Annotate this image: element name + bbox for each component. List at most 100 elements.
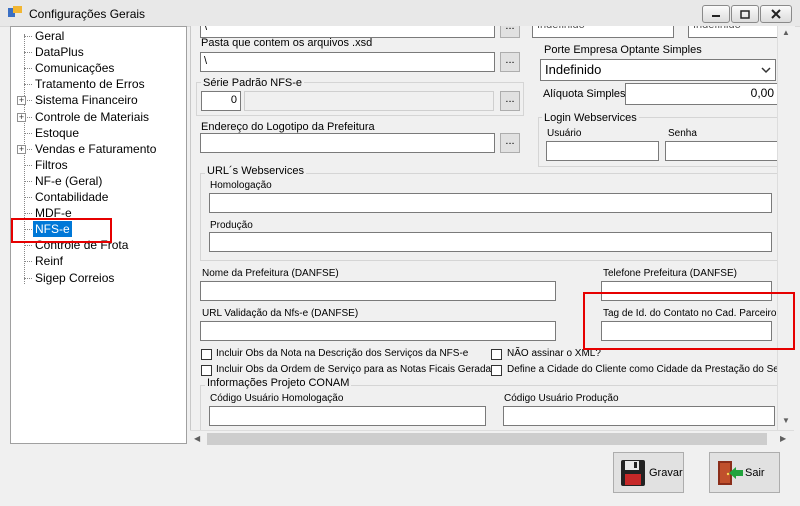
tree-item-sistema-financeiro[interactable]: + Sistema Financeiro: [11, 92, 186, 108]
tree-item-label: Filtros: [35, 157, 68, 172]
horizontal-scrollbar[interactable]: ◀ ▶: [190, 430, 794, 448]
maximize-button[interactable]: [731, 5, 759, 23]
scroll-right-icon[interactable]: ▶: [780, 434, 786, 443]
porte-select[interactable]: Indefinido: [540, 59, 776, 81]
horizontal-scroll-thumb[interactable]: [207, 433, 767, 445]
nome-prefeitura-label: Nome da Prefeitura (DANFSE): [202, 268, 339, 279]
xsd-browse-button[interactable]: ...: [500, 52, 520, 72]
nome-prefeitura-input[interactable]: [200, 281, 556, 301]
conam-title: Informações Projeto CONAM: [205, 377, 352, 389]
porte-value: Indefinido: [545, 62, 602, 77]
conam-prod-input[interactable]: [503, 406, 775, 426]
app-icon: [8, 6, 22, 17]
pass-label: Senha: [668, 128, 697, 139]
tree-connector: [24, 261, 32, 263]
logotipo-label: Endereço do Logotipo da Prefeitura: [201, 121, 375, 133]
tree-item-geral[interactable]: Geral: [11, 28, 186, 44]
serie-browse-button[interactable]: ...: [500, 91, 520, 111]
maximize-icon: [740, 9, 750, 19]
close-button[interactable]: [760, 5, 792, 23]
tree-item-label: Estoque: [35, 125, 80, 140]
homologacao-label: Homologação: [210, 180, 272, 191]
pass-input[interactable]: [665, 141, 778, 161]
homologacao-url-input[interactable]: [209, 193, 772, 213]
logotipo-input[interactable]: [200, 133, 495, 153]
tree-item-sigep-correios[interactable]: Sigep Correios: [11, 270, 186, 286]
minimize-button[interactable]: [702, 5, 730, 23]
scroll-left-icon[interactable]: ◀: [194, 434, 200, 443]
tree-item-label: NF-e (Geral): [35, 173, 103, 188]
tree-connector: [24, 68, 32, 70]
producao-label: Produção: [210, 220, 253, 231]
tree-item-dataplus[interactable]: DataPlus: [11, 44, 186, 60]
xsd-label: Pasta que contem os arquivos .xsd: [201, 37, 373, 49]
cidade-cliente-label: Define a Cidade do Cliente como Cidade d…: [507, 364, 778, 375]
conam-prod-label: Código Usuário Produção: [504, 393, 619, 404]
close-icon: [771, 9, 781, 19]
tree-item-label: Comunicações: [35, 61, 115, 76]
nfse-settings-panel: \ ... Indefinido Indefinido Pasta que co…: [190, 26, 778, 430]
tree-connector: [24, 277, 32, 279]
expand-icon[interactable]: +: [17, 144, 26, 154]
exit-button[interactable]: Sair: [709, 452, 780, 493]
vertical-scrollbar[interactable]: ▲ ▼: [777, 26, 795, 430]
tree-connector: [24, 180, 32, 182]
tree-item-controle-de-materiais[interactable]: + Controle de Materiais: [11, 109, 186, 125]
minimize-icon: [712, 15, 720, 17]
tree-item-comunica-es[interactable]: Comunicações: [11, 60, 186, 76]
urls-title: URL´s Webservices: [205, 165, 306, 177]
tree-item-label: Reinf: [35, 254, 64, 269]
scroll-down-icon[interactable]: ▼: [782, 416, 790, 425]
aliquota-input[interactable]: 0,00: [625, 83, 778, 105]
expand-icon[interactable]: +: [17, 96, 26, 106]
save-button[interactable]: Gravar: [613, 452, 684, 493]
url-validacao-label: URL Validação da Nfs-e (DANFSE): [202, 308, 359, 319]
obs-os-checkbox[interactable]: [201, 365, 212, 376]
tree-item-label: Geral: [35, 29, 65, 43]
tree-item-label: Controle de Materiais: [35, 109, 150, 124]
highlight-box-nfse: [11, 218, 112, 243]
tree-connector: [24, 84, 32, 86]
top-partial-browse-button[interactable]: ...: [500, 26, 520, 38]
user-label: Usuário: [547, 128, 582, 139]
top-partial-combo-a[interactable]: Indefinido: [532, 26, 674, 38]
xsd-folder-input[interactable]: \: [200, 52, 495, 72]
obs-os-label: Incluir Obs da Ordem de Serviço para as …: [216, 364, 497, 375]
title-bar: Configurações Gerais: [0, 0, 800, 27]
tree-item-label: Sistema Financeiro: [35, 93, 138, 108]
tree-item-nf-e-geral[interactable]: NF-e (Geral): [11, 173, 186, 189]
obs-nota-checkbox[interactable]: [201, 349, 212, 360]
tree-connector: [24, 36, 32, 37]
serie-label: Série Padrão NFS-e: [201, 77, 305, 89]
expand-icon[interactable]: +: [17, 112, 26, 122]
tree-connector: [24, 197, 32, 198]
tree-connector: [24, 164, 32, 166]
tree-item-label: Sigep Correios: [35, 270, 115, 285]
scroll-up-icon[interactable]: ▲: [782, 28, 790, 37]
chevron-down-icon: [761, 67, 771, 74]
top-partial-combo-b[interactable]: Indefinido: [688, 26, 778, 38]
tree-item-vendas-e-faturamento[interactable]: + Vendas e Faturamento: [11, 141, 186, 157]
tree-item-label: DataPlus: [35, 45, 84, 60]
tree-item-label: Vendas e Faturamento: [35, 141, 157, 156]
tree-connector: [24, 132, 32, 134]
tree-item-tratamento-de-erros[interactable]: Tratamento de Erros: [11, 76, 186, 92]
cidade-cliente-checkbox[interactable]: [491, 365, 502, 376]
highlight-box-tag-contato: [583, 292, 795, 350]
nao-assinar-checkbox[interactable]: [491, 349, 502, 360]
tree-item-filtros[interactable]: Filtros: [11, 157, 186, 173]
serie-input[interactable]: 0: [201, 91, 241, 111]
user-input[interactable]: [546, 141, 659, 161]
tree-item-estoque[interactable]: Estoque: [11, 125, 186, 141]
logotipo-browse-button[interactable]: ...: [500, 133, 520, 153]
tree-connector: [24, 213, 32, 215]
floppy-disk-icon: [621, 460, 645, 486]
conam-homolog-input[interactable]: [209, 406, 486, 426]
porte-label: Porte Empresa Optante Simples: [544, 44, 702, 56]
tree-item-reinf[interactable]: Reinf: [11, 253, 186, 269]
producao-url-input[interactable]: [209, 232, 772, 252]
tree-item-contabilidade[interactable]: Contabilidade: [11, 189, 186, 205]
url-validacao-input[interactable]: [200, 321, 556, 341]
exit-door-icon: [718, 461, 743, 485]
window-title: Configurações Gerais: [29, 7, 146, 21]
